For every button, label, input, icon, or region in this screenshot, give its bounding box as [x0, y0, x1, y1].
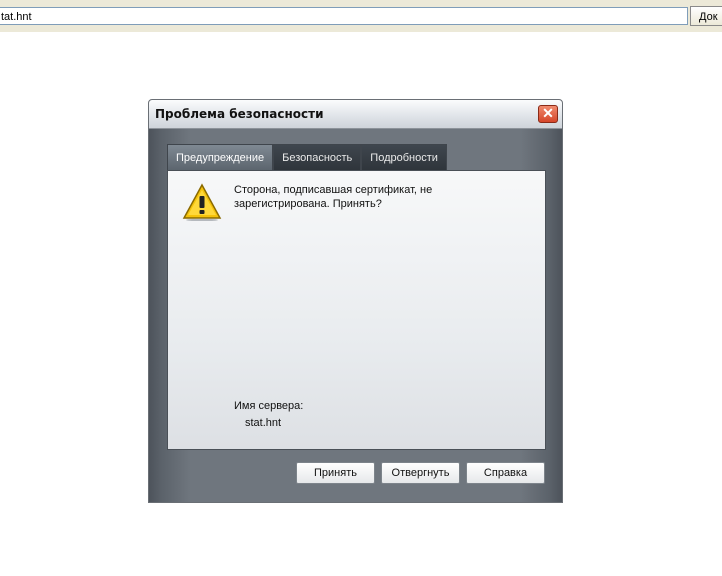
dialog-titlebar[interactable]: Проблема безопасности ✕ — [149, 100, 562, 129]
warning-message: Сторона, подписавшая сертификат, не заре… — [234, 184, 433, 210]
address-go-button[interactable]: Док — [690, 6, 722, 26]
server-name-label: Имя сервера: — [234, 400, 304, 412]
address-input[interactable]: tat.hnt — [0, 7, 688, 25]
tab-strip: Предупреждение Безопасность Подробности — [167, 144, 447, 170]
accept-button[interactable]: Принять — [296, 462, 375, 484]
reject-button[interactable]: Отвергнуть — [381, 462, 460, 484]
warning-icon — [182, 183, 222, 221]
close-button[interactable]: ✕ — [538, 105, 558, 123]
dialog-title: Проблема безопасности — [155, 107, 324, 121]
address-bar: tat.hnt Док — [0, 0, 722, 32]
help-button[interactable]: Справка — [466, 462, 545, 484]
close-icon: ✕ — [542, 105, 554, 121]
security-dialog: Проблема безопасности ✕ Предупреждение Б… — [148, 99, 563, 503]
server-name-value: stat.hnt — [245, 417, 282, 429]
tab-warning[interactable]: Предупреждение — [167, 144, 274, 170]
tab-details[interactable]: Подробности — [361, 144, 447, 170]
tab-panel: Сторона, подписавшая сертификат, не заре… — [167, 170, 546, 450]
tab-security[interactable]: Безопасность — [273, 144, 362, 170]
